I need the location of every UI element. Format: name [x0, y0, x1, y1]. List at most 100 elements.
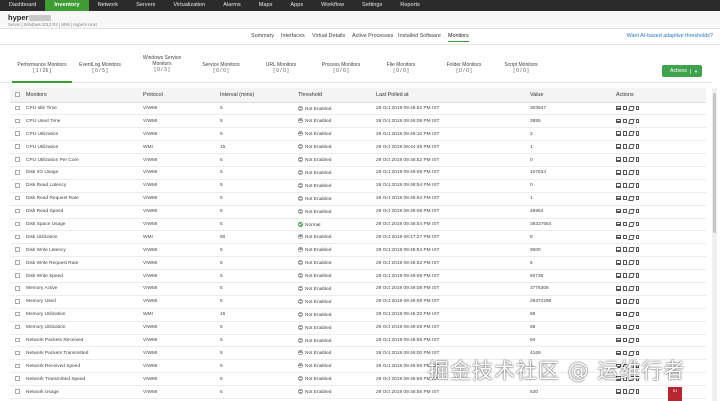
row-checkbox-cell[interactable] — [10, 205, 26, 219]
bar-chart-icon[interactable] — [616, 234, 621, 240]
row-checkbox-cell[interactable] — [10, 127, 26, 142]
row-checkbox[interactable] — [15, 376, 20, 381]
bar-chart-icon[interactable] — [616, 299, 621, 304]
table-row[interactable]: Disk Read Latency VIWMI 5 Not Enabled 29 Oct… — [10, 179, 706, 193]
monitor-name[interactable]: Disk Space Usage — [26, 218, 143, 232]
category-tab-performance-monitors[interactable]: Performance Monitors[ 1 / 26 ] — [12, 62, 72, 74]
row-checkbox-cell[interactable] — [10, 346, 26, 361]
monitor-icon[interactable] — [622, 195, 627, 201]
threshold-cell[interactable]: Not Enabled — [298, 372, 376, 387]
table-row[interactable]: Memory Utilization VIWMI 5 Not Enabled 29 Oc… — [10, 321, 706, 335]
table-row[interactable]: Network Usage VIWMI 5 Not Enabled 29 Oct 201… — [10, 385, 706, 399]
col-value[interactable]: Value — [530, 88, 616, 103]
bar-chart-icon[interactable] — [616, 195, 621, 201]
col-last-polled[interactable]: Last Polled at — [376, 88, 530, 103]
monitor-icon[interactable] — [622, 208, 627, 214]
bar-chart-icon[interactable] — [616, 157, 621, 162]
monitor-name[interactable]: Network Transmitted Speed — [26, 372, 143, 387]
row-checkbox[interactable] — [15, 286, 20, 291]
threshold-cell[interactable]: Not Enabled — [298, 102, 376, 116]
threshold-cell[interactable]: Not Enabled — [298, 166, 376, 180]
edit-icon[interactable] — [628, 299, 635, 304]
threshold-cell[interactable]: Not Enabled — [298, 295, 376, 309]
threshold-cell[interactable]: Not Enabled — [298, 243, 376, 258]
table-row[interactable]: CPU Utilization WMI 15 Not Enabled 29 Oct 20… — [10, 140, 706, 155]
bar-chart-icon[interactable] — [616, 260, 621, 265]
category-tab-file-monitors[interactable]: File Monitors[ 0 / 0 ] — [371, 62, 431, 74]
table-row[interactable]: CPU Utilization VIWMI 5 Not Enabled 29 Oct 2… — [10, 127, 706, 142]
tab-interfaces[interactable]: Interfaces — [281, 33, 305, 39]
bar-chart-icon[interactable] — [616, 337, 621, 343]
row-checkbox[interactable] — [15, 324, 20, 330]
bar-chart-icon[interactable] — [616, 389, 621, 394]
trash-icon[interactable] — [635, 183, 640, 188]
nav-item-network[interactable]: Network — [89, 0, 128, 11]
monitor-icon[interactable] — [622, 234, 627, 240]
monitor-name[interactable]: Disk Utilization — [26, 230, 143, 245]
monitor-icon[interactable] — [622, 170, 627, 175]
category-tab-eventlog-monitors[interactable]: EventLog Monitors[ 0 / 5 ] — [70, 62, 130, 74]
threshold-cell[interactable]: Not Enabled — [298, 346, 376, 361]
monitor-name[interactable]: CPU Utilization — [26, 127, 143, 142]
category-tab-url-monitors[interactable]: URL Monitors[ 0 / 0 ] — [251, 62, 311, 74]
threshold-cell[interactable]: Not Enabled — [298, 321, 376, 335]
nav-item-workflow[interactable]: Workflow — [312, 0, 353, 11]
tab-active-processes[interactable]: Active Processes — [352, 33, 393, 39]
edit-icon[interactable] — [628, 286, 635, 291]
monitor-name[interactable]: Disk Write Latency — [26, 243, 143, 258]
trash-icon[interactable] — [635, 157, 640, 162]
monitor-name[interactable]: CPU Used Time — [26, 114, 143, 129]
threshold-cell[interactable]: Not Enabled — [298, 282, 376, 296]
tab-installed-software[interactable]: Installed Software — [398, 33, 441, 39]
table-row[interactable]: Memory Utilization WMI 15 Not Enabled 29 Oct… — [10, 308, 706, 322]
edit-icon[interactable] — [628, 208, 635, 214]
table-row[interactable]: Disk Write Request Rate VIWMI 5 Not Enabled… — [10, 256, 706, 271]
table-row[interactable]: CPU Used Time VIWMI 5 Not Enabled 29 Oct 201… — [10, 114, 706, 129]
row-checkbox[interactable] — [15, 170, 20, 175]
trash-icon[interactable] — [635, 118, 640, 124]
category-tab-script-monitors[interactable]: Script Monitors[ 0 / 0 ] — [491, 62, 551, 74]
trash-icon[interactable] — [635, 299, 640, 304]
edit-icon[interactable] — [628, 389, 635, 394]
threshold-cell[interactable]: Not Enabled — [298, 269, 376, 283]
table-row[interactable]: Network Packets Received VIWMI 5 Not Enable… — [10, 334, 706, 348]
monitor-icon[interactable] — [622, 286, 627, 291]
trash-icon[interactable] — [635, 234, 640, 240]
bar-chart-icon[interactable] — [616, 247, 621, 252]
bar-chart-icon[interactable] — [616, 118, 621, 124]
table-row[interactable]: Disk Write Speed VIWMI 5 Not Enabled 29 Oct … — [10, 269, 706, 283]
monitor-name[interactable]: CPU Idle Time — [26, 102, 143, 116]
trash-icon[interactable] — [635, 208, 640, 214]
row-checkbox[interactable] — [15, 363, 20, 368]
edit-icon[interactable] — [628, 337, 635, 343]
monitor-name[interactable]: Memory Utilization — [26, 321, 143, 335]
trash-icon[interactable] — [635, 311, 640, 317]
row-checkbox-cell[interactable] — [10, 308, 26, 322]
threshold-cell[interactable]: Not Enabled — [298, 179, 376, 193]
row-checkbox-cell[interactable] — [10, 218, 26, 232]
monitor-name[interactable]: Disk Read Latency — [26, 179, 143, 193]
monitor-icon[interactable] — [622, 273, 627, 278]
bar-chart-icon[interactable] — [616, 273, 621, 278]
edit-icon[interactable] — [628, 221, 635, 227]
monitor-icon[interactable] — [622, 183, 627, 188]
monitor-icon[interactable] — [622, 157, 627, 162]
edit-icon[interactable] — [628, 324, 635, 330]
threshold-cell[interactable]: Not Enabled — [298, 140, 376, 155]
row-checkbox-cell[interactable] — [10, 372, 26, 387]
row-checkbox-cell[interactable] — [10, 102, 26, 116]
edit-icon[interactable] — [628, 247, 635, 252]
edit-icon[interactable] — [628, 131, 635, 136]
row-checkbox-cell[interactable] — [10, 243, 26, 258]
bar-chart-icon[interactable] — [616, 324, 621, 330]
row-checkbox[interactable] — [15, 118, 20, 124]
table-row[interactable]: Disk Utilization WMI 60 Not Enabled 29 Oct 2… — [10, 230, 706, 245]
monitor-icon[interactable] — [622, 131, 627, 136]
row-checkbox-cell[interactable] — [10, 295, 26, 309]
table-row[interactable]: Disk Read Speed VIWMI 5 Not Enabled 29 Oct 2… — [10, 205, 706, 219]
row-checkbox-cell[interactable] — [10, 179, 26, 193]
row-checkbox-cell[interactable] — [10, 153, 26, 167]
nav-item-reports[interactable]: Reports — [391, 0, 429, 11]
trash-icon[interactable] — [635, 221, 640, 227]
trash-icon[interactable] — [635, 337, 640, 343]
